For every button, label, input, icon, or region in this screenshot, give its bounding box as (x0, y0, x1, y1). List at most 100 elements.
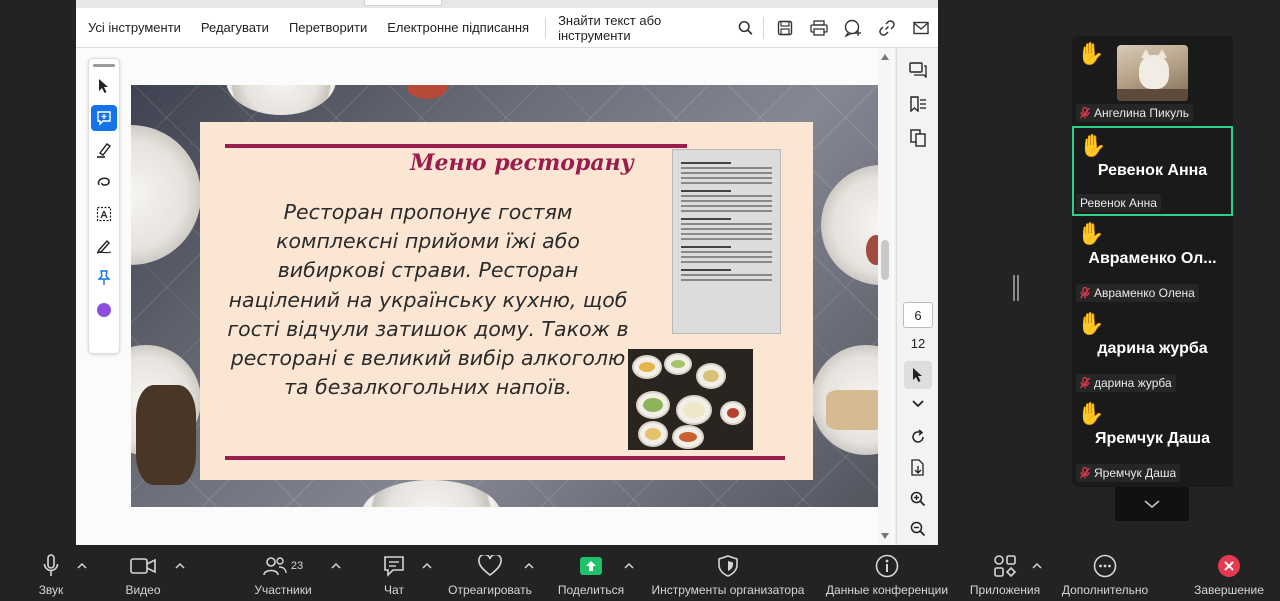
print-icon[interactable] (807, 16, 831, 40)
participant-tile[interactable]: ✋ Яремчук Даша Яремчук Даша (1072, 396, 1233, 486)
chevron-up-icon[interactable] (331, 561, 341, 571)
tab-strip (76, 0, 938, 8)
drag-handle[interactable] (93, 64, 115, 67)
comments-panel-icon[interactable] (906, 58, 930, 82)
menu-e-sign[interactable]: Електронне підписання (377, 20, 539, 35)
find-tools-search[interactable]: Знайти текст або інструменти (552, 13, 759, 43)
participant-name-label: Яремчук Даша (1076, 464, 1181, 482)
screen: Усі інструменти Редагувати Перетворити Е… (0, 0, 1280, 601)
document-area[interactable]: Меню ресторану Ресторан пропонує гостям … (76, 48, 894, 545)
select-tool[interactable] (91, 73, 117, 99)
menu-image-line (681, 172, 772, 174)
participant-display-name: дарина журба (1097, 340, 1208, 357)
menu-image-line (681, 256, 772, 258)
document-tab[interactable] (364, 0, 442, 6)
chat-button[interactable]: Чат (378, 545, 410, 601)
apps-icon (994, 555, 1017, 578)
vertical-scrollbar[interactable] (878, 48, 892, 545)
muted-mic-icon (1080, 377, 1090, 389)
background-food (136, 385, 196, 485)
participant-tile-active-speaker[interactable]: ✋ Ревенок Анна Ревенок Анна (1072, 126, 1233, 216)
food-dish (720, 401, 746, 425)
find-tools-label: Знайти текст або інструменти (558, 12, 662, 43)
participant-name: Ангелина Пикуль (1094, 106, 1190, 120)
bottom-rule (225, 456, 785, 460)
participants-button[interactable]: 23 Участники (252, 545, 314, 601)
apps-button[interactable]: Приложения (966, 545, 1044, 601)
menu-image-line (681, 205, 772, 207)
pin-icon[interactable] (91, 265, 117, 291)
participant-name: Авраменко Олена (1094, 286, 1195, 300)
share-screen-button[interactable]: Поделиться (556, 545, 626, 601)
pdf-menu-bar: Усі інструменти Редагувати Перетворити Е… (76, 8, 938, 48)
microphone-icon (43, 554, 59, 576)
host-tools-button[interactable]: Инструменты организатора (647, 545, 809, 601)
menu-convert[interactable]: Перетворити (279, 20, 377, 35)
email-icon[interactable] (909, 16, 933, 40)
menu-image-line (681, 269, 732, 271)
split-divider-handle[interactable] (1013, 275, 1019, 301)
zoom-out-icon[interactable] (906, 517, 930, 541)
link-icon[interactable] (875, 16, 899, 40)
bookmarks-icon[interactable] (906, 92, 930, 116)
food-image (628, 349, 753, 450)
end-label: Завершение (1194, 583, 1264, 597)
participant-tile[interactable]: ✋ дарина журба дарина журба (1072, 306, 1233, 396)
menu-image-line (681, 238, 772, 240)
participants-count: 23 (290, 560, 304, 572)
menu-image-line (681, 228, 772, 230)
scroll-thumb[interactable] (881, 240, 889, 280)
menu-image-line (681, 200, 772, 202)
end-meeting-button[interactable]: Завершение (1190, 545, 1268, 601)
chevron-down-icon[interactable] (906, 392, 930, 416)
right-sidebar-tools: 6 12 (896, 48, 938, 545)
rotate-icon[interactable] (906, 425, 930, 449)
react-button[interactable]: Отреагировать (445, 545, 535, 601)
comment-add-icon[interactable] (841, 16, 865, 40)
pdf-body: Меню ресторану Ресторан пропонує гостям … (76, 48, 938, 545)
draw-tool[interactable] (91, 169, 117, 195)
svg-text:A: A (100, 210, 107, 221)
sign-tool[interactable] (91, 233, 117, 259)
current-page-field[interactable]: 6 (903, 302, 933, 328)
share-label: Поделиться (557, 583, 625, 597)
raised-hand-icon: ✋ (1077, 311, 1105, 336)
menu-image-line (681, 261, 772, 263)
chevron-up-icon[interactable] (175, 561, 185, 571)
comment-tool[interactable] (91, 105, 117, 131)
participant-tile[interactable]: ✋ Ангелина Пикуль (1072, 36, 1233, 126)
video-button[interactable]: Видео (123, 545, 163, 601)
text-box-tool[interactable]: A (91, 201, 117, 227)
participant-name-label: Ангелина Пикуль (1076, 104, 1194, 122)
chevron-up-icon[interactable] (1032, 561, 1042, 571)
chevron-up-icon[interactable] (77, 561, 87, 571)
food-dish (672, 425, 704, 449)
participant-tile[interactable]: ✋ Авраменко Ол... Авраменко Олена (1072, 216, 1233, 306)
chevron-up-icon[interactable] (624, 561, 634, 571)
menu-image-line (681, 195, 772, 197)
audio-button[interactable]: Звук (34, 545, 68, 601)
show-more-participants-button[interactable] (1115, 487, 1189, 521)
scroll-up-icon[interactable] (881, 54, 889, 60)
menu-edit[interactable]: Редагувати (191, 20, 279, 35)
color-swatch (97, 303, 111, 317)
extract-page-icon[interactable] (906, 456, 930, 480)
food-dish (636, 391, 670, 419)
participant-display-name: Авраменко Ол... (1088, 250, 1217, 267)
more-button[interactable]: Дополнительно (1056, 545, 1154, 601)
highlight-tool[interactable] (91, 137, 117, 163)
chevron-up-icon[interactable] (524, 561, 534, 571)
meeting-info-button[interactable]: Данные конференции (822, 545, 952, 601)
color-picker[interactable] (91, 297, 117, 323)
scroll-down-icon[interactable] (881, 533, 889, 539)
chevron-down-icon (1144, 499, 1160, 508)
save-icon[interactable] (773, 16, 797, 40)
zoom-in-icon[interactable] (906, 487, 930, 511)
menu-all-tools[interactable]: Усі інструменти (76, 20, 191, 35)
total-pages: 12 (910, 336, 926, 351)
participant-name: дарина журба (1094, 376, 1172, 390)
select-cursor-button[interactable] (904, 361, 932, 389)
slide-page: Меню ресторану Ресторан пропонує гостям … (131, 85, 881, 507)
pages-icon[interactable] (906, 126, 930, 150)
chevron-up-icon[interactable] (422, 561, 432, 571)
